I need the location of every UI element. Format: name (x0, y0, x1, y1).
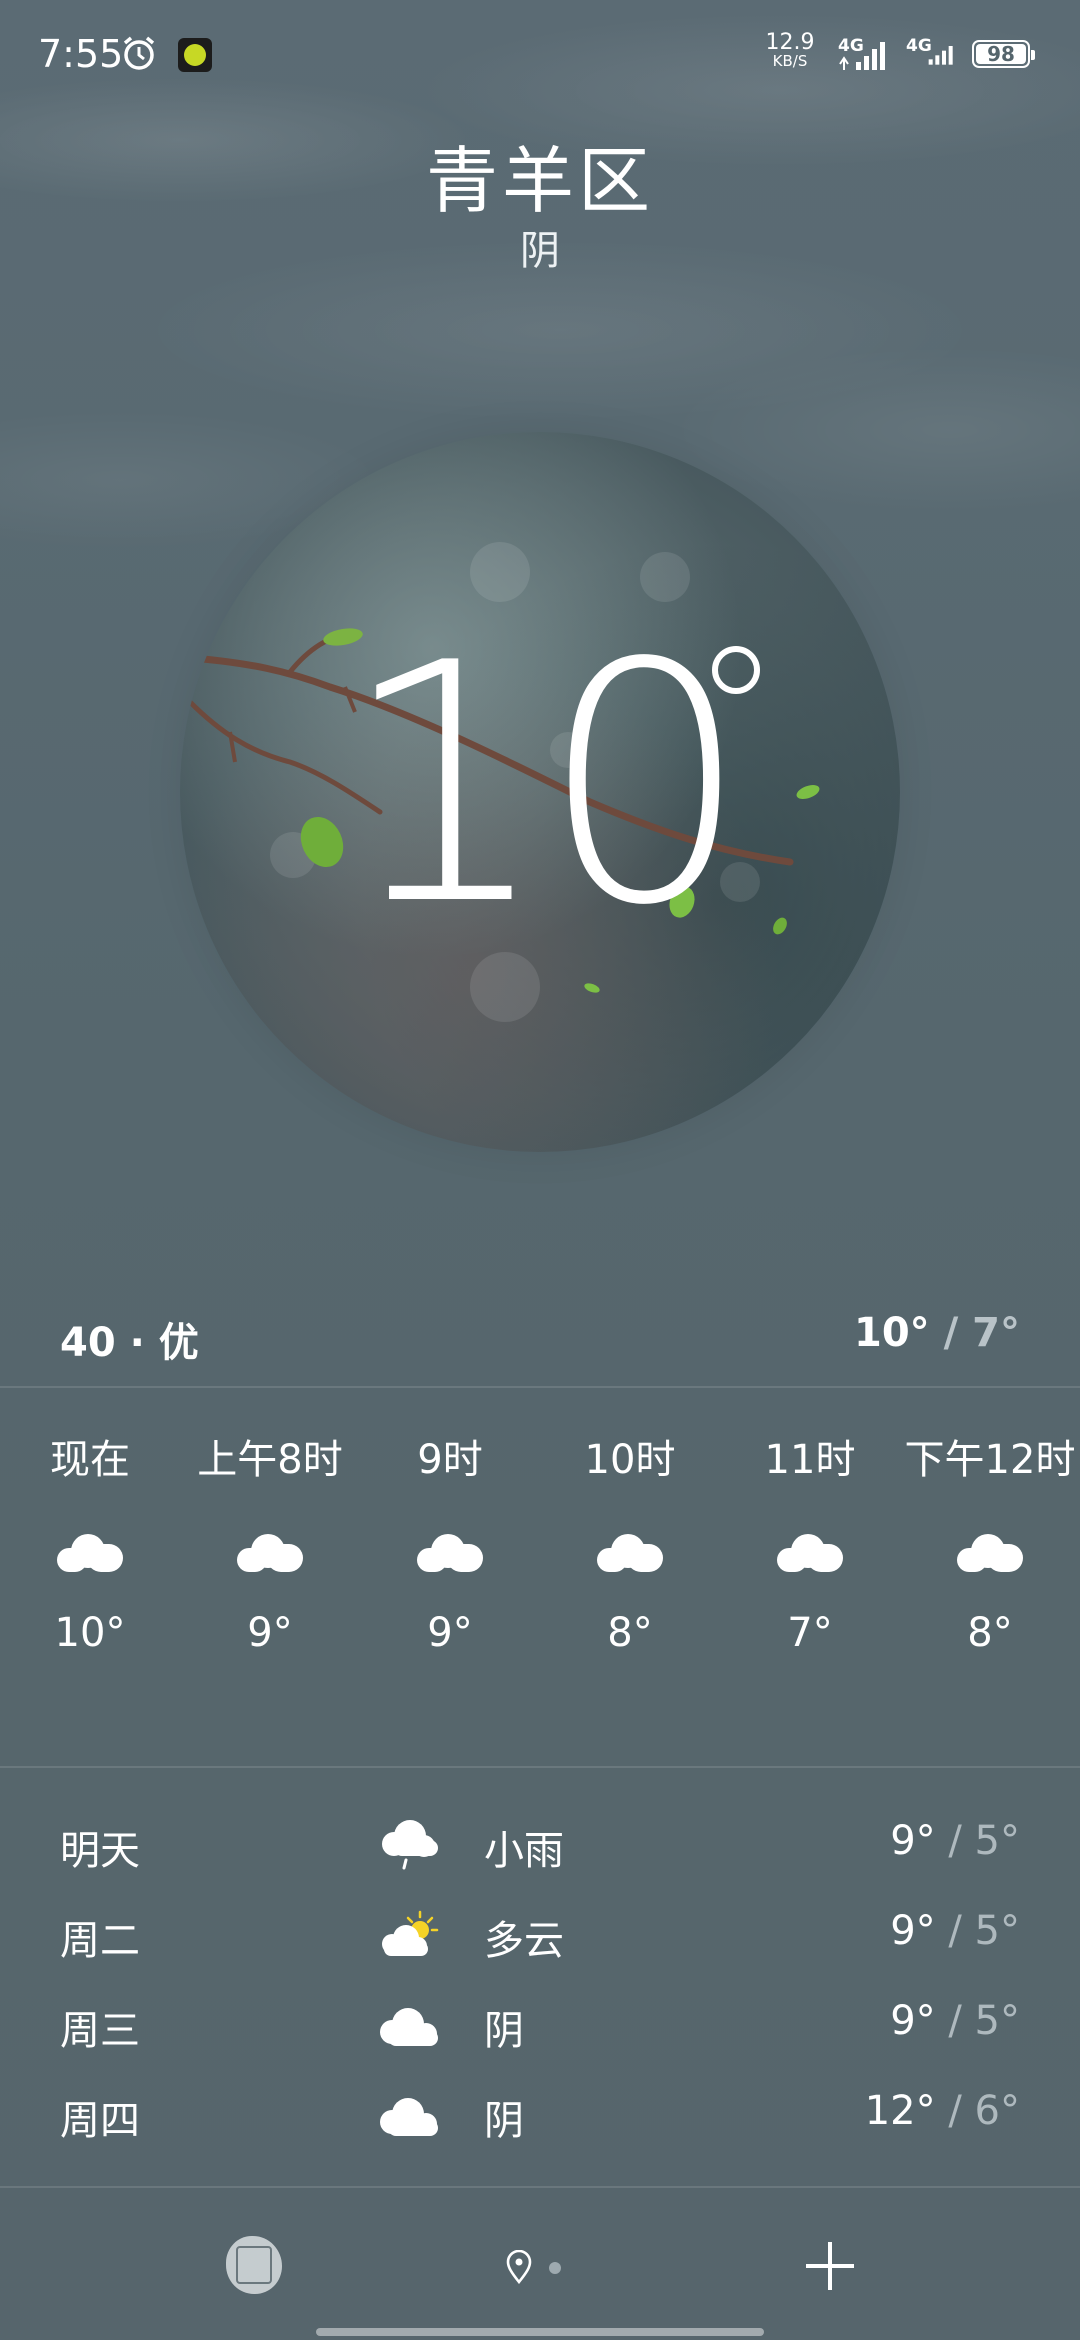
hourly-item: 9时 9° (360, 1430, 540, 1656)
day-high: 9° (890, 1818, 936, 1864)
hour-label: 下午12时 (904, 1437, 1076, 1483)
range-separator: / (935, 1998, 975, 2044)
day-low: 5° (974, 1998, 1020, 2044)
hour-temp: 8° (967, 1610, 1013, 1656)
current-temperature: 10 (340, 593, 750, 977)
home-indicator[interactable] (316, 2328, 764, 2336)
day-low: 6° (974, 2088, 1020, 2134)
day-name: 周三 (60, 2008, 140, 2054)
hourly-item: 下午12时 8° (900, 1430, 1080, 1656)
hourly-forecast[interactable]: 现在 10° 上午8时 9° 9时 9° 10时 8° 11时 7° 下午12时 (0, 1430, 1080, 1730)
daily-row[interactable]: 周三 阴 9° / 5° (0, 1980, 1080, 2070)
day-high: 12° (864, 2088, 936, 2134)
day-low: 5° (974, 1908, 1020, 1954)
day-high: 9° (890, 1998, 936, 2044)
day-condition: 阴 (484, 2008, 524, 2054)
hourly-item: 现在 10° (0, 1430, 180, 1656)
cloud-icon (57, 1532, 123, 1572)
day-high: 9° (890, 1908, 936, 1954)
add-city-icon[interactable] (800, 2236, 860, 2296)
cloud-icon (380, 2098, 438, 2136)
network-speed-value: 12.9 (765, 30, 815, 55)
day-name: 周二 (60, 1918, 140, 1964)
daily-row[interactable]: 周二 多云 9° / 5° (0, 1890, 1080, 1980)
today-temperature-range: 10° / 7° (854, 1310, 1020, 1356)
day-temp-range: 9° / 5° (890, 1908, 1020, 1954)
hourly-item: 上午8时 9° (180, 1430, 360, 1656)
range-separator: / (935, 2088, 975, 2134)
location-pin-icon[interactable] (504, 2250, 534, 2284)
daily-row[interactable]: 明天 小雨 9° / 5° (0, 1800, 1080, 1890)
seal-logo-icon[interactable] (226, 2236, 282, 2294)
battery-level: 98 (976, 44, 1026, 65)
status-time: 7:55 (38, 32, 124, 76)
hour-temp: 9° (427, 1610, 473, 1656)
city-name[interactable]: 青羊区 (0, 122, 1080, 227)
cloud-icon (380, 2008, 438, 2046)
cloud-icon (237, 1532, 303, 1572)
light-rain-icon (382, 1820, 438, 1870)
signal-icon: 4G (838, 36, 898, 72)
alarm-icon (123, 36, 155, 70)
today-low: 7° (972, 1310, 1020, 1356)
day-name: 周四 (60, 2098, 140, 2144)
range-separator: / (935, 1818, 975, 1864)
day-temp-range: 9° / 5° (890, 1818, 1020, 1864)
day-temp-range: 9° / 5° (890, 1998, 1020, 2044)
day-condition: 阴 (484, 2098, 524, 2144)
day-condition: 小雨 (484, 1828, 564, 1874)
hour-temp: 10° (54, 1610, 126, 1656)
hour-temp: 8° (607, 1610, 653, 1656)
range-separator: / (929, 1310, 973, 1356)
cloud-icon (417, 1532, 483, 1572)
network-speed: 12.9 KB/S (760, 30, 820, 71)
divider (0, 1766, 1080, 1768)
app-notification-icon (178, 38, 212, 72)
divider (0, 1386, 1080, 1388)
status-bar: 7:55 12.9 KB/S 4G 4G 98 (0, 0, 1080, 110)
hour-temp: 9° (247, 1610, 293, 1656)
cloud-icon (957, 1532, 1023, 1572)
battery-icon: 98 (972, 40, 1035, 68)
hour-label: 11时 (764, 1437, 856, 1483)
current-condition: 阴 (520, 228, 560, 274)
hour-label: 10时 (584, 1437, 676, 1483)
page-indicator-dot (549, 2262, 561, 2274)
day-temp-range: 12° / 6° (865, 2088, 1020, 2134)
day-low: 5° (974, 1818, 1020, 1864)
degree-symbol-icon (712, 646, 760, 694)
cloud-icon (597, 1532, 663, 1572)
hourly-item: 11时 7° (720, 1430, 900, 1656)
day-condition: 多云 (484, 1918, 564, 1964)
hourly-item: 10时 8° (540, 1430, 720, 1656)
day-name: 明天 (60, 1828, 140, 1874)
range-separator: / (935, 1908, 975, 1954)
hour-label: 9时 (417, 1437, 483, 1483)
daily-row[interactable]: 周四 阴 12° / 6° (0, 2070, 1080, 2160)
cloud-icon (777, 1532, 843, 1572)
bottom-bar (0, 2190, 1080, 2340)
partly-cloudy-icon (382, 1910, 439, 1956)
today-high: 10° (854, 1310, 930, 1356)
air-quality-index[interactable]: 40 · 优 (60, 1310, 199, 1368)
divider (0, 2186, 1080, 2188)
hour-temp: 7° (787, 1610, 833, 1656)
hour-label: 上午8时 (197, 1437, 343, 1483)
hour-label: 现在 (50, 1437, 130, 1483)
